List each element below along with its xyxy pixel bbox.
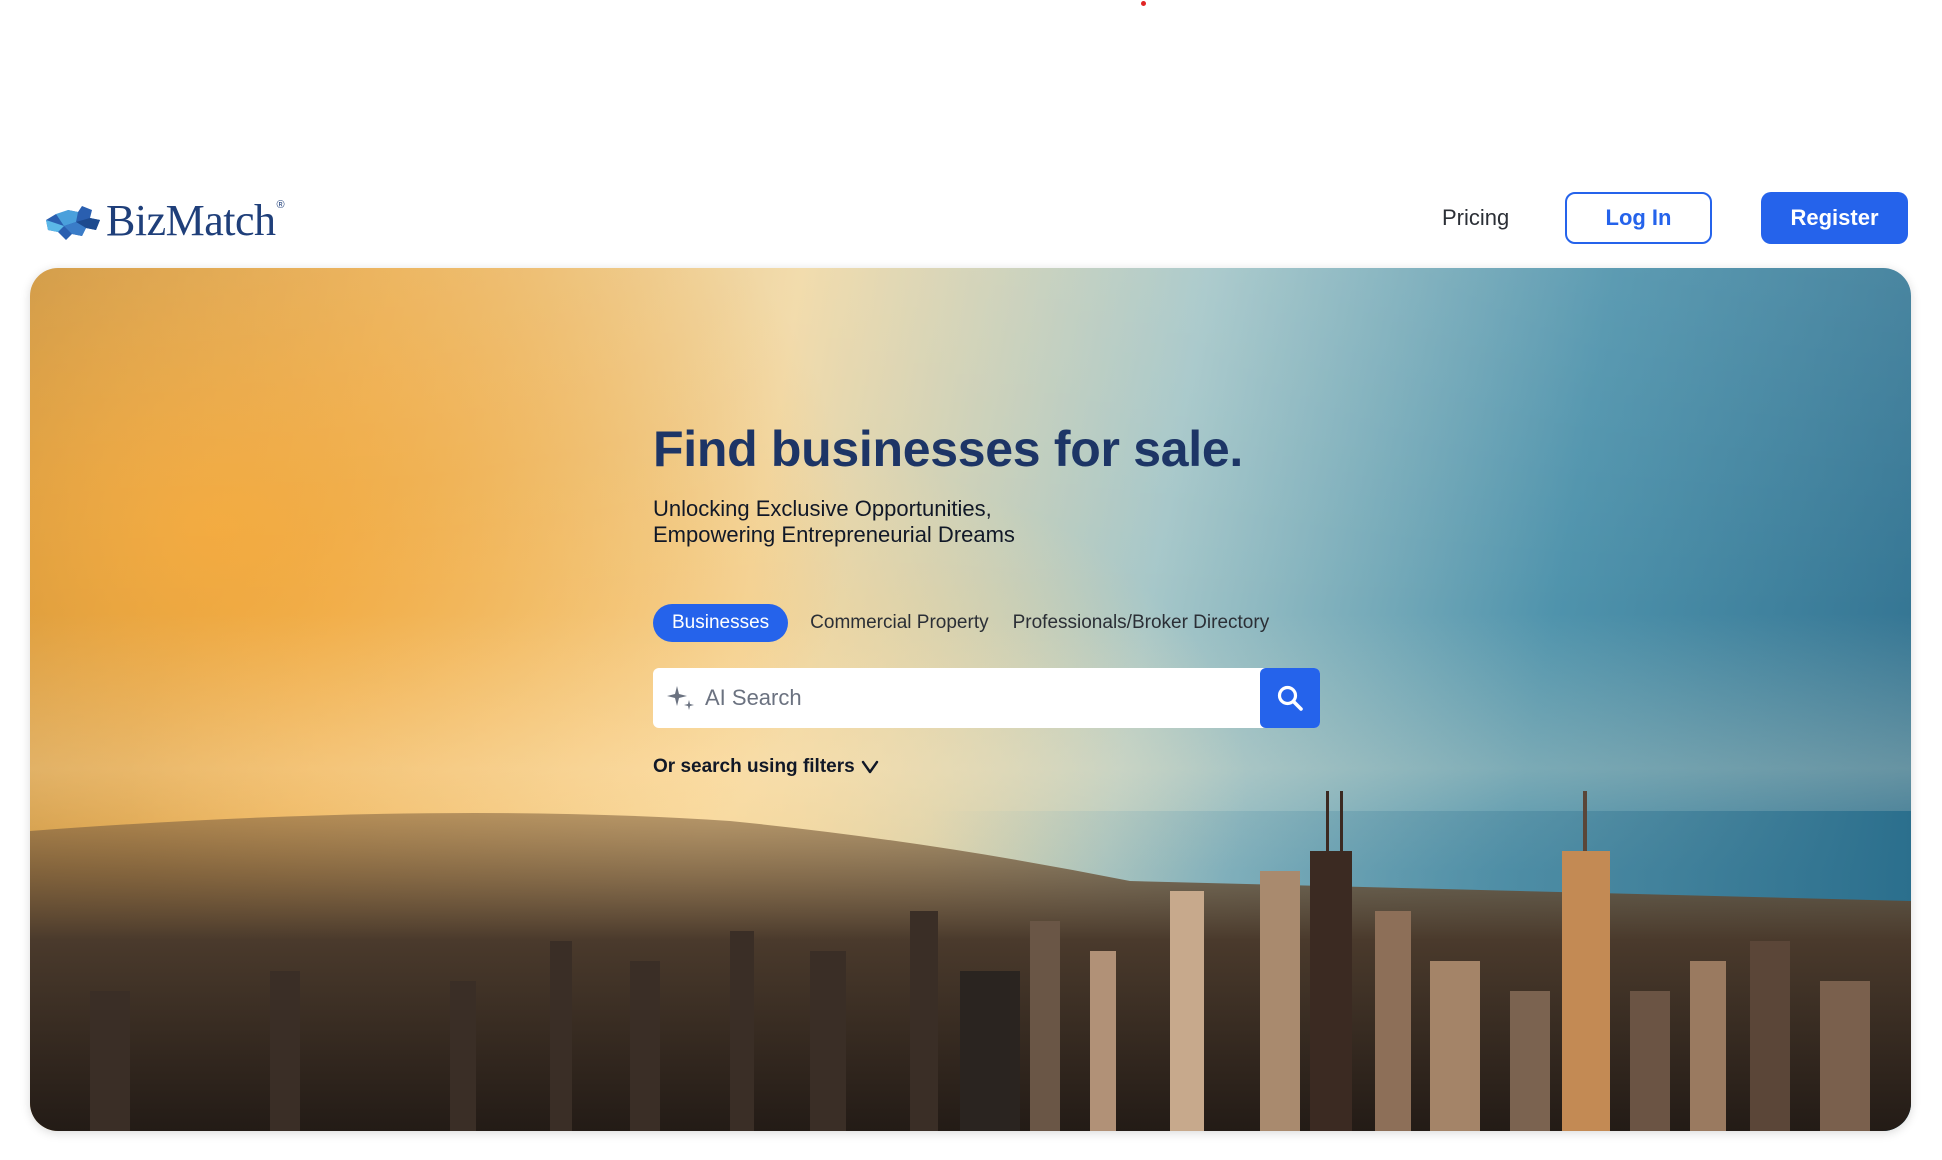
search-category-tabs: Businesses Commercial Property Professio… bbox=[653, 604, 1293, 642]
search-input[interactable] bbox=[705, 685, 1245, 711]
hero-content: Find businesses for sale. Unlocking Excl… bbox=[653, 420, 1353, 548]
chevron-down-icon bbox=[861, 760, 878, 774]
login-button[interactable]: Log In bbox=[1565, 192, 1712, 244]
register-button[interactable]: Register bbox=[1761, 192, 1908, 244]
status-dot bbox=[1141, 1, 1146, 6]
logo-text: BizMatch bbox=[106, 196, 276, 245]
hero-subtitle: Unlocking Exclusive Opportunities, Empow… bbox=[653, 496, 1353, 548]
tab-commercial-property[interactable]: Commercial Property bbox=[810, 612, 988, 634]
puzzle-logo-icon bbox=[46, 205, 100, 240]
filters-link-label: Or search using filters bbox=[653, 756, 855, 777]
hero-banner: Find businesses for sale. Unlocking Excl… bbox=[30, 268, 1911, 1131]
tab-broker-directory[interactable]: Professionals/Broker Directory bbox=[1013, 612, 1270, 634]
sparkle-icon bbox=[667, 686, 694, 710]
search-icon bbox=[1277, 685, 1303, 711]
bizmatch-logo[interactable]: BizMatch ® bbox=[42, 195, 285, 246]
registered-mark: ® bbox=[276, 198, 285, 211]
hero-subtitle-line2: Empowering Entrepreneurial Dreams bbox=[653, 522, 1015, 547]
search-button[interactable] bbox=[1260, 668, 1320, 728]
ai-search-bar bbox=[653, 668, 1320, 728]
city-skyline-image bbox=[30, 791, 1911, 1131]
tab-businesses[interactable]: Businesses bbox=[653, 604, 789, 642]
nav-pricing-link[interactable]: Pricing bbox=[1442, 205, 1509, 231]
hero-title: Find businesses for sale. bbox=[653, 421, 1243, 477]
search-filters-toggle[interactable]: Or search using filters bbox=[653, 756, 879, 778]
site-header: BizMatch ® Pricing Log In Register bbox=[0, 175, 1942, 265]
hero-subtitle-line1: Unlocking Exclusive Opportunities, bbox=[653, 496, 992, 521]
